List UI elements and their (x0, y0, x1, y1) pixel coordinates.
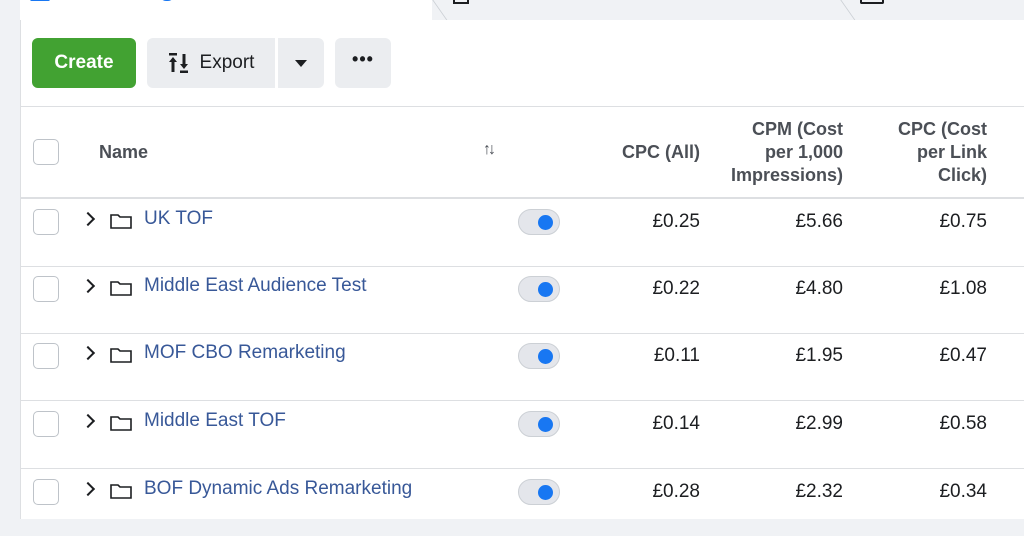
cpm-value: £1.95 (795, 345, 843, 366)
campaign-name-link[interactable]: Middle East TOF (144, 410, 286, 432)
export-button[interactable]: Export (147, 38, 275, 88)
campaigns-tab-label-fragment (160, 0, 174, 1)
row-checkbox[interactable] (33, 209, 59, 235)
tab-divider (840, 0, 857, 22)
cpc-all-value: £0.25 (652, 211, 700, 232)
table-row: UK TOF £0.25 £5.66 £0.75 (21, 199, 1024, 267)
row-checkbox[interactable] (33, 479, 59, 505)
table-row: Middle East TOF £0.14 £2.99 £0.58 (21, 401, 1024, 469)
campaign-toggle[interactable] (518, 411, 560, 437)
caret-down-icon (295, 59, 307, 67)
column-header-cpc-link[interactable]: CPC (Cost per Link Click) (861, 118, 987, 187)
cpm-value: £2.32 (795, 481, 843, 502)
campaigns-tab-icon (30, 0, 50, 1)
table-row: MOF CBO Remarketing £0.11 £1.95 £0.47 (21, 333, 1024, 401)
campaign-toggle[interactable] (518, 479, 560, 505)
column-header-cpc-link-line2: per Link (916, 142, 987, 162)
cpm-value: £4.80 (795, 278, 843, 299)
export-arrows-icon (168, 53, 188, 73)
campaign-name-link[interactable]: MOF CBO Remarketing (144, 342, 346, 364)
chevron-right-icon[interactable] (80, 481, 96, 497)
campaign-name-link[interactable]: UK TOF (144, 208, 213, 230)
campaign-toggle[interactable] (518, 343, 560, 369)
adsets-tab-icon[interactable] (453, 0, 469, 4)
cpc-all-value: £0.14 (652, 413, 700, 434)
row-checkbox[interactable] (33, 411, 59, 437)
cpc-all-value: £0.11 (653, 345, 700, 366)
export-button-label: Export (199, 52, 255, 73)
cpc-link-value: £0.47 (939, 345, 987, 366)
more-horizontal-icon: ••• (352, 49, 374, 69)
toggle-knob (538, 282, 553, 297)
row-checkbox[interactable] (33, 276, 59, 302)
column-header-cpm-line3: Impressions) (730, 165, 843, 185)
column-header-cpm-line2: per 1,000 (764, 142, 843, 162)
campaign-toggle[interactable] (518, 276, 560, 302)
toggle-knob (538, 349, 553, 364)
create-button[interactable]: Create (32, 38, 136, 88)
tab-strip (0, 0, 1024, 22)
column-header-name[interactable]: Name (99, 141, 148, 164)
column-header-cpc-link-line3: Click) (937, 165, 987, 185)
folder-icon (110, 281, 132, 296)
tab-divider (432, 0, 449, 22)
column-header-cpc-all[interactable]: CPC (All) (581, 141, 700, 164)
chevron-right-icon[interactable] (80, 211, 96, 227)
more-actions-button[interactable]: ••• (335, 38, 391, 88)
select-all-checkbox[interactable] (33, 139, 59, 165)
ads-tab-icon[interactable] (860, 0, 884, 4)
folder-icon (110, 348, 132, 363)
chevron-right-icon[interactable] (80, 278, 96, 294)
cpc-all-value: £0.28 (652, 481, 700, 502)
toolbar: Create Export ••• (21, 20, 1024, 107)
tab-campaigns[interactable] (20, 0, 432, 20)
folder-icon (110, 484, 132, 499)
table-row: Middle East Audience Test £0.22 £4.80 £1… (21, 266, 1024, 334)
chevron-right-icon[interactable] (80, 413, 96, 429)
folder-icon (110, 214, 132, 229)
cpc-link-value: £1.08 (939, 278, 987, 299)
campaigns-panel: Create Export ••• Name ↑↓ CPC (All) CPM … (20, 20, 1024, 519)
campaign-toggle[interactable] (518, 209, 560, 235)
folder-icon (110, 416, 132, 431)
row-checkbox[interactable] (33, 343, 59, 369)
cpm-value: £5.66 (795, 211, 843, 232)
campaign-name-link[interactable]: Middle East Audience Test (144, 275, 367, 297)
toggle-knob (538, 485, 553, 500)
cpc-link-value: £0.58 (939, 413, 987, 434)
campaign-name-link[interactable]: BOF Dynamic Ads Remarketing (144, 478, 412, 500)
column-header-cpm[interactable]: CPM (Cost per 1,000 Impressions) (701, 118, 843, 187)
create-button-label: Create (54, 52, 114, 73)
table-row: BOF Dynamic Ads Remarketing £0.28 £2.32 … (21, 469, 1024, 536)
column-header-cpc-link-line1: CPC (Cost (898, 119, 987, 139)
cpc-link-value: £0.75 (939, 211, 987, 232)
cpc-all-value: £0.22 (652, 278, 700, 299)
chevron-right-icon[interactable] (80, 345, 96, 361)
cpc-link-value: £0.34 (939, 481, 987, 502)
export-options-dropdown[interactable] (278, 38, 324, 88)
toggle-knob (538, 215, 553, 230)
column-header-cpm-line1: CPM (Cost (752, 119, 843, 139)
sort-icon[interactable]: ↑↓ (483, 141, 496, 159)
table-header: Name ↑↓ CPC (All) CPM (Cost per 1,000 Im… (21, 107, 1024, 199)
toggle-knob (538, 417, 553, 432)
cpm-value: £2.99 (795, 413, 843, 434)
